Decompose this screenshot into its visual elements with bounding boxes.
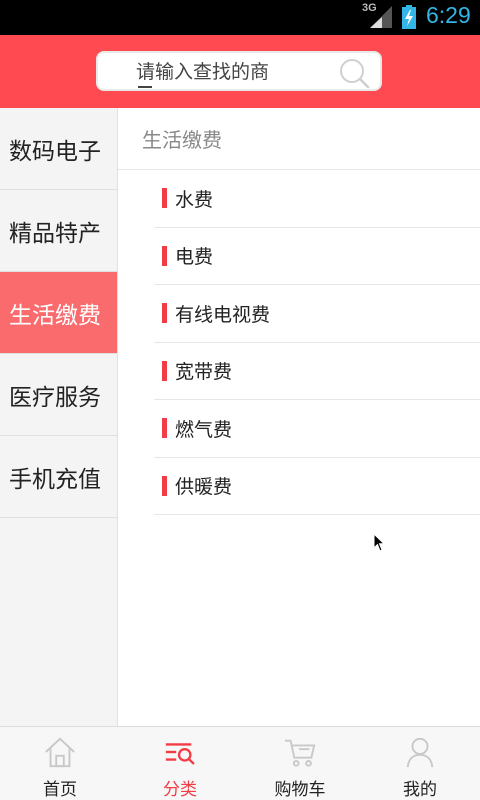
search-input[interactable]	[136, 59, 336, 85]
header	[0, 35, 480, 108]
item-marker	[162, 475, 167, 496]
sidebar-item-specialty[interactable]: 精品特产	[0, 190, 117, 272]
nav-label: 分类	[163, 780, 197, 800]
item-marker	[162, 418, 167, 439]
subcategory-list: 水费 电费 有线电视费 宽带费 燃气费 供暖费	[154, 170, 480, 515]
cart-icon	[284, 739, 316, 767]
item-marker	[162, 188, 167, 209]
home-icon	[45, 737, 75, 768]
item-marker	[162, 245, 167, 266]
sidebar-item-digital[interactable]: 数码电子	[0, 108, 117, 190]
list-item-cable-tv[interactable]: 有线电视费	[154, 285, 480, 343]
list-item-broadband[interactable]: 宽带费	[154, 343, 480, 400]
clock: 6:29	[426, 2, 471, 28]
nav-item-profile[interactable]: 我的	[360, 727, 480, 800]
list-item-label: 燃气费	[175, 418, 233, 441]
list-item-heating[interactable]: 供暖费	[154, 458, 480, 515]
list-item-label: 电费	[175, 246, 214, 269]
list-item-label: 宽带费	[175, 361, 233, 384]
list-item-water[interactable]: 水费	[154, 170, 480, 228]
list-item-label: 水费	[175, 188, 214, 211]
item-marker	[162, 303, 167, 324]
category-icon	[165, 743, 195, 765]
status-bar: 3G 6:29	[0, 0, 480, 35]
signal-icon	[370, 6, 392, 28]
list-item-gas[interactable]: 燃气费	[154, 400, 480, 458]
mouse-pointer-icon	[374, 534, 386, 552]
section-title: 生活缴费	[118, 108, 480, 170]
nav-label: 首页	[43, 780, 77, 800]
search-icon[interactable]	[338, 57, 370, 89]
nav-label: 我的	[403, 780, 437, 800]
text-cursor	[138, 86, 152, 88]
nav-item-cart[interactable]: 购物车	[240, 727, 360, 800]
category-sidebar: 数码电子 精品特产 生活缴费 医疗服务 手机充值	[0, 108, 118, 726]
item-marker	[162, 360, 167, 381]
sidebar-item-medical[interactable]: 医疗服务	[0, 354, 117, 436]
sidebar-item-mobile-topup[interactable]: 手机充值	[0, 436, 117, 518]
user-icon	[406, 737, 434, 768]
nav-item-home[interactable]: 首页	[0, 727, 120, 800]
sidebar-item-utilities[interactable]: 生活缴费	[0, 272, 117, 354]
nav-label: 购物车	[274, 780, 326, 800]
nav-item-category[interactable]: 分类	[120, 727, 240, 800]
bottom-nav: 首页 分类 购物车 我的	[0, 726, 480, 800]
list-item-label: 供暖费	[175, 476, 233, 499]
battery-icon	[402, 5, 416, 29]
list-item-electricity[interactable]: 电费	[154, 228, 480, 285]
subcategory-panel: 生活缴费 水费 电费 有线电视费 宽带费 燃气费 供暖费	[118, 108, 480, 726]
list-item-label: 有线电视费	[175, 303, 271, 326]
search-box[interactable]	[96, 51, 382, 91]
